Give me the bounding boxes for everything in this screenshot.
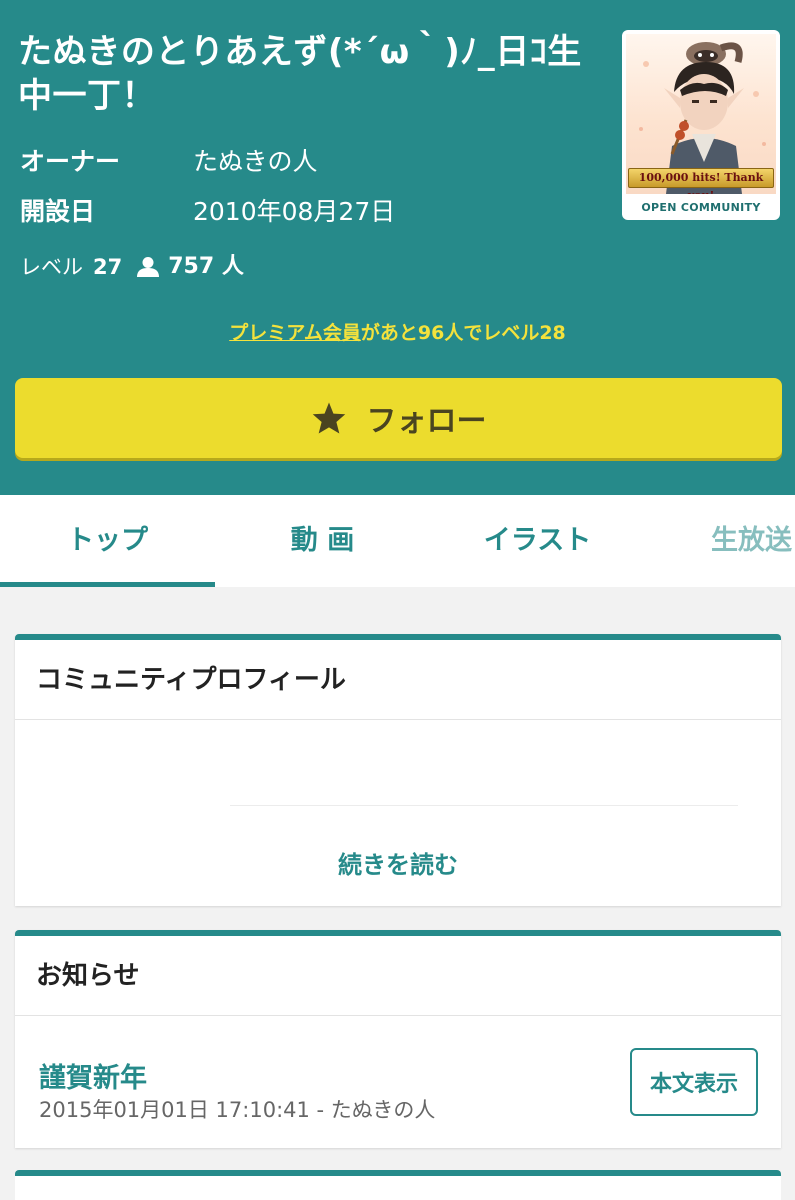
community-stats: レベル 27 757 人: [20, 252, 244, 282]
star-icon: [311, 401, 347, 435]
news-card: お知らせ 謹賀新年 2015年01月01日 17:10:41 - たぬきの人 本…: [15, 930, 781, 1148]
thumbnail-illustration: 100,000 hits! Thank you!: [626, 34, 776, 194]
created-row: 開設日 2010年08月27日: [20, 195, 395, 229]
community-title: たぬきのとりあえず(*´ω｀)ﾉ_日ｺ生中一丁！: [18, 32, 582, 116]
community-header: たぬきのとりあえず(*´ω｀)ﾉ_日ｺ生中一丁！ オーナー たぬきの人 開設日 …: [0, 0, 795, 495]
level-value: 27: [93, 255, 123, 279]
show-body-button[interactable]: 本文表示: [630, 1048, 758, 1116]
news-heading: お知らせ: [15, 936, 781, 1016]
thumbnail-banner: 100,000 hits! Thank you!: [628, 168, 774, 194]
tab-live[interactable]: 生放送: [645, 495, 795, 587]
premium-link[interactable]: プレミアム会員: [229, 322, 361, 344]
follow-button[interactable]: フォロー: [15, 378, 782, 458]
premium-notice: プレミアム会員があと96人でレベル28: [0, 318, 795, 348]
owner-label: オーナー: [20, 147, 121, 176]
owner-row: オーナー たぬきの人: [20, 145, 318, 179]
profile-heading: コミュニティプロフィール: [15, 640, 781, 720]
profile-card: コミュニティプロフィール 続きを読む: [15, 634, 781, 906]
level-label: レベル: [20, 255, 83, 279]
active-tab-indicator: [0, 582, 215, 587]
follow-label: フォロー: [366, 404, 487, 439]
tab-illust[interactable]: イラスト: [430, 495, 645, 587]
next-card: [15, 1170, 781, 1200]
community-thumbnail: 100,000 hits! Thank you! OPEN COMMUNITY: [622, 30, 780, 220]
premium-rest-text: があと96人でレベル28: [360, 322, 566, 344]
user-icon: [136, 256, 160, 278]
thumbnail-caption: OPEN COMMUNITY: [641, 201, 761, 214]
read-more-link[interactable]: 続きを読む: [15, 845, 781, 880]
news-item-meta: 2015年01月01日 17:10:41 - たぬきの人: [39, 1098, 436, 1122]
created-label: 開設日: [20, 197, 96, 226]
owner-name[interactable]: たぬきの人: [193, 145, 318, 179]
tab-bar: トップ 動 画 イラスト 生放送: [0, 495, 795, 587]
profile-divider: [230, 805, 738, 806]
member-count: 757 人: [168, 254, 244, 279]
news-item-title[interactable]: 謹賀新年: [39, 1056, 147, 1095]
created-date: 2010年08月27日: [193, 197, 396, 226]
tab-top[interactable]: トップ: [0, 495, 215, 587]
tab-video[interactable]: 動 画: [215, 495, 430, 587]
